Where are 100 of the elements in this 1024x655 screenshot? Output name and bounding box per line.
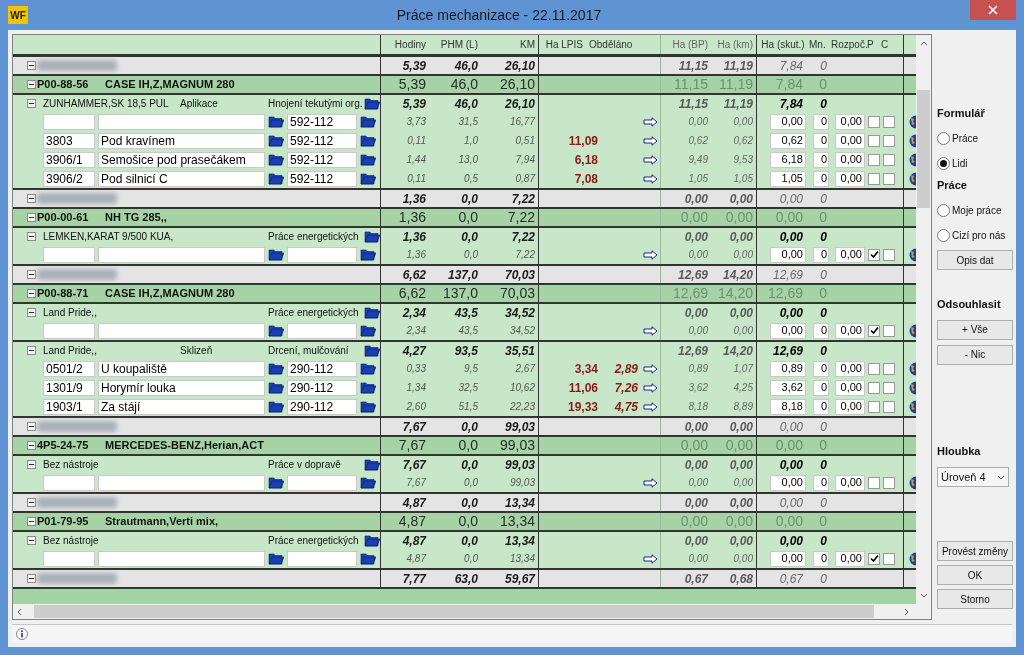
folder-icon[interactable]: [360, 476, 376, 489]
code-field[interactable]: 290-112: [287, 360, 357, 377]
arrow-right-icon[interactable]: [643, 363, 658, 374]
count-field[interactable]: 0: [813, 360, 829, 377]
code-field[interactable]: 290-112: [287, 379, 357, 396]
globe-icon[interactable]: [907, 361, 916, 376]
vertical-scrollbar[interactable]: [916, 35, 931, 604]
globe-icon[interactable]: [907, 171, 916, 186]
code-field[interactable]: [287, 246, 357, 263]
checkbox[interactable]: [868, 362, 880, 375]
budget-field[interactable]: 0,00: [835, 246, 865, 263]
radio-option[interactable]: Lidi: [937, 154, 1016, 173]
radio-option[interactable]: Práce: [937, 129, 1016, 148]
checkbox[interactable]: [883, 362, 895, 375]
count-field[interactable]: 0: [813, 151, 829, 168]
budget-field[interactable]: 0,00: [835, 379, 865, 396]
collapse-icon[interactable]: [27, 422, 36, 431]
folder-icon[interactable]: [364, 534, 380, 547]
checkbox[interactable]: [868, 324, 880, 337]
parcel-field[interactable]: 3906/2: [43, 170, 95, 187]
area-field[interactable]: 3,62: [770, 379, 806, 396]
panel-button[interactable]: Provést změny: [937, 541, 1013, 561]
collapse-icon[interactable]: [27, 441, 36, 450]
scrollbar-thumb[interactable]: [34, 605, 874, 618]
radio-option[interactable]: Cizí pro nás: [937, 226, 1016, 244]
arrow-right-icon[interactable]: [643, 116, 658, 127]
folder-icon[interactable]: [268, 476, 284, 489]
collapse-icon[interactable]: [27, 289, 36, 298]
globe-icon[interactable]: [907, 551, 916, 566]
chevron-up-icon[interactable]: [919, 41, 928, 46]
chevron-left-icon[interactable]: [17, 607, 22, 616]
checkbox[interactable]: [868, 552, 880, 565]
checkbox[interactable]: [868, 400, 880, 413]
collapse-icon[interactable]: [27, 232, 36, 241]
info-icon[interactable]: [16, 627, 28, 640]
checkbox[interactable]: [883, 476, 895, 489]
checkbox[interactable]: [868, 248, 880, 261]
count-field[interactable]: 0: [813, 474, 829, 491]
close-button[interactable]: [970, 0, 1016, 20]
checkbox[interactable]: [883, 381, 895, 394]
area-field[interactable]: 1,05: [770, 170, 806, 187]
count-field[interactable]: 0: [813, 398, 829, 415]
budget-field[interactable]: 0,00: [835, 132, 865, 149]
budget-field[interactable]: 0,00: [835, 398, 865, 415]
folder-icon[interactable]: [360, 400, 376, 413]
count-field[interactable]: 0: [813, 550, 829, 567]
scrollbar-thumb[interactable]: [917, 90, 930, 208]
collapse-icon[interactable]: [27, 308, 36, 317]
code-field[interactable]: [287, 474, 357, 491]
parcel-field[interactable]: 1903/1: [43, 398, 95, 415]
arrow-right-icon[interactable]: [643, 401, 658, 412]
folder-icon[interactable]: [360, 153, 376, 166]
collapse-icon[interactable]: [27, 498, 36, 507]
area-field[interactable]: 0,89: [770, 360, 806, 377]
folder-icon[interactable]: [268, 134, 284, 147]
folder-icon[interactable]: [360, 381, 376, 394]
budget-field[interactable]: 0,00: [835, 322, 865, 339]
budget-field[interactable]: 0,00: [835, 550, 865, 567]
code-field[interactable]: [287, 322, 357, 339]
depth-select[interactable]: Úroveň 4: [937, 467, 1009, 487]
folder-icon[interactable]: [364, 230, 380, 243]
collapse-icon[interactable]: [27, 460, 36, 469]
area-field[interactable]: 0,00: [770, 474, 806, 491]
checkbox[interactable]: [883, 552, 895, 565]
place-field[interactable]: Za stájí: [98, 398, 265, 415]
arrow-right-icon[interactable]: [643, 325, 658, 336]
folder-icon[interactable]: [364, 458, 380, 471]
parcel-field[interactable]: [43, 246, 95, 263]
area-field[interactable]: 0,00: [770, 322, 806, 339]
code-field[interactable]: 592-112: [287, 170, 357, 187]
collapse-icon[interactable]: [27, 194, 36, 203]
checkbox[interactable]: [868, 134, 880, 147]
folder-icon[interactable]: [360, 115, 376, 128]
checkbox[interactable]: [868, 115, 880, 128]
code-field[interactable]: 592-112: [287, 151, 357, 168]
folder-icon[interactable]: [364, 97, 380, 110]
chevron-right-icon[interactable]: [904, 607, 909, 616]
folder-icon[interactable]: [364, 306, 380, 319]
globe-icon[interactable]: [907, 133, 916, 148]
folder-icon[interactable]: [268, 248, 284, 261]
folder-icon[interactable]: [360, 324, 376, 337]
folder-icon[interactable]: [268, 381, 284, 394]
folder-icon[interactable]: [360, 552, 376, 565]
globe-icon[interactable]: [907, 114, 916, 129]
budget-field[interactable]: 0,00: [835, 151, 865, 168]
folder-icon[interactable]: [268, 115, 284, 128]
globe-icon[interactable]: [907, 475, 916, 490]
checkbox[interactable]: [883, 172, 895, 185]
globe-icon[interactable]: [907, 247, 916, 262]
folder-icon[interactable]: [364, 344, 380, 357]
count-field[interactable]: 0: [813, 246, 829, 263]
panel-button[interactable]: + Vše: [937, 319, 1013, 340]
area-field[interactable]: 0,00: [770, 113, 806, 130]
collapse-icon[interactable]: [27, 517, 36, 526]
collapse-icon[interactable]: [27, 213, 36, 222]
collapse-icon[interactable]: [27, 346, 36, 355]
arrow-right-icon[interactable]: [643, 135, 658, 146]
place-field[interactable]: Pod kravínem: [98, 132, 265, 149]
collapse-icon[interactable]: [27, 270, 36, 279]
budget-field[interactable]: 0,00: [835, 360, 865, 377]
